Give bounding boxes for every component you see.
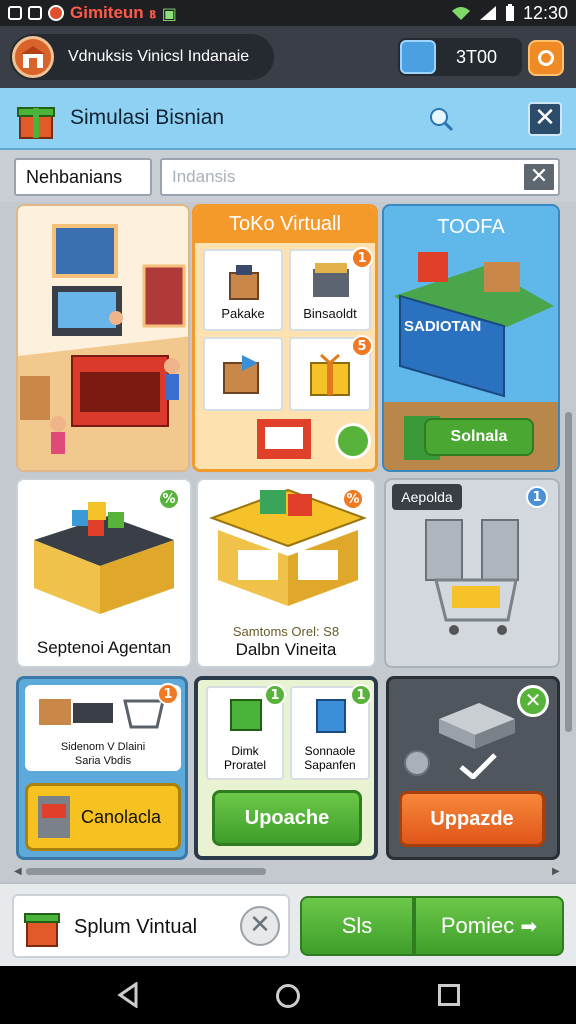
market-cart-card[interactable]: Aepolda 1	[384, 478, 560, 668]
toko-virtual-title: ToKo Virtuall	[229, 213, 341, 235]
currency-value: 3T00	[456, 46, 498, 67]
shop-interior-illustration	[18, 206, 188, 470]
tile-badge: 1	[264, 684, 286, 706]
sls-button[interactable]: Sls	[300, 896, 414, 956]
status-bar: Gimiteun ⲃ ▣ 12:30	[0, 0, 576, 26]
vertical-scrollbar[interactable]	[565, 412, 572, 732]
tile-badge: 1	[351, 247, 373, 269]
shop-interior-card[interactable]	[16, 204, 190, 472]
counter-badge: %	[158, 488, 180, 510]
trolley-badge: 1	[157, 683, 179, 705]
trolley-card[interactable]: Sidenom V Dlaini Saria Vbdis 1 Canolacla	[16, 676, 188, 860]
remove-item-button[interactable]: ✕	[240, 906, 280, 946]
cabinet-icon	[38, 796, 70, 838]
trolley-line1: Sidenom V Dlaini	[60, 741, 146, 753]
app-icon	[48, 5, 64, 21]
image-icon	[28, 6, 42, 20]
notification-icon	[8, 6, 22, 20]
tile-box-bow[interactable]	[203, 337, 283, 411]
title-panel: Simulasi Bisnian ✕	[0, 88, 576, 150]
status-extra-icon: ▣	[161, 3, 177, 23]
counter-label: Septenoi Agentan	[36, 638, 172, 657]
search-icon[interactable]	[428, 106, 454, 132]
confirm-check-icon[interactable]: ✕	[517, 685, 549, 717]
currency-box: 3T00	[398, 38, 522, 76]
tile-label: Pakake	[221, 306, 265, 321]
tile-label: Binsaoldt	[303, 306, 357, 321]
trolley-line2: Saria Vbdis	[74, 755, 132, 767]
upgrade-button-green[interactable]: Upoache	[212, 790, 362, 846]
selected-item-card[interactable]: Splum Vintual ✕	[12, 894, 290, 958]
upgrade-green-card[interactable]: Dimk Proratel 1 Sonnaole Sapanfen 1 Upoa…	[194, 676, 378, 860]
cancel-button[interactable]: Canolacla	[25, 783, 181, 851]
gift-box-icon	[24, 913, 60, 947]
upgrade-orange-card[interactable]: ✕ Uppazde	[386, 676, 560, 860]
gem-bag-icon	[400, 40, 436, 74]
battery-icon	[505, 4, 514, 21]
box-ribbon-icon	[223, 355, 259, 394]
gift-box-icon	[17, 107, 55, 139]
status-glyph: ⲃ	[149, 3, 156, 22]
next-button-label: Pomiec	[440, 913, 515, 938]
stall-sub: Samtoms Orel: S8	[232, 624, 340, 639]
tile-gift[interactable]: 5	[289, 335, 373, 411]
bottom-action-bar: Splum Vintual ✕ Sls Pomiec ➡	[0, 882, 576, 966]
top-header: Vdnuksis Vinicsl Indanaie 3T00	[0, 26, 576, 88]
home-icon[interactable]	[276, 984, 300, 1008]
add-icon	[538, 50, 554, 66]
add-currency-button[interactable]	[528, 40, 564, 76]
tile-pakake[interactable]: Pakake	[203, 249, 283, 331]
kiosk-icon	[257, 419, 311, 459]
toofa-sign: SADIOTAN	[404, 318, 482, 335]
close-panel-button[interactable]: ✕	[528, 102, 562, 136]
wifi-icon	[451, 7, 470, 20]
status-time: 12:30	[522, 2, 568, 23]
scroll-right-arrow[interactable]: ▶	[552, 866, 560, 877]
back-icon[interactable]	[116, 982, 140, 1008]
item-grid: ToKo Virtuall Pakake Binsaoldt 1 5 TOOFA	[0, 202, 576, 882]
stall-card[interactable]: % Samtoms Orel: S8 Dalbn Vineita	[196, 478, 376, 668]
tile-dimk[interactable]: Dimk Proratel 1	[206, 684, 286, 780]
selected-item-label: Splum Vintual	[74, 916, 198, 938]
scroll-left-arrow[interactable]: ◀	[14, 866, 22, 877]
tile-label: Sonnaole Sapanfen	[304, 744, 356, 772]
clear-search-button[interactable]: ✕	[522, 162, 556, 192]
signal-icon	[479, 6, 496, 20]
tile-badge: 5	[351, 335, 373, 357]
next-button[interactable]: Pomiec ➡	[414, 896, 564, 956]
toofa-action-button[interactable]: Solnala	[424, 418, 534, 456]
horizontal-scrollbar[interactable]	[26, 868, 266, 875]
refresh-icon[interactable]	[335, 423, 371, 459]
android-nav-bar	[0, 966, 576, 1024]
upgrade-button-orange[interactable]: Uppazde	[399, 791, 545, 847]
market-badge: 1	[526, 486, 548, 508]
market-tag: Aepolda	[392, 484, 462, 510]
cancel-button-label: Canolacla	[80, 807, 162, 827]
toofa-card[interactable]: TOOFA SADIOTAN Solnala	[382, 204, 560, 472]
status-app-title: Gimiteun	[70, 3, 144, 22]
arrow-right-icon: ➡	[520, 916, 538, 938]
tile-badge: 1	[350, 684, 372, 706]
toko-virtual-card[interactable]: ToKo Virtuall Pakake Binsaoldt 1 5	[192, 204, 378, 472]
store-avatar-icon	[12, 36, 54, 78]
tile-sonnaole[interactable]: Sonnaole Sapanfen 1	[290, 684, 372, 780]
package-icon	[229, 265, 259, 300]
stall-badge: %	[342, 488, 364, 510]
shopping-cart-icon	[425, 519, 519, 635]
profile-name: Vdnuksis Vinicsl Indanaie	[68, 48, 250, 65]
profile-pill[interactable]: Vdnuksis Vinicsl Indanaie	[10, 34, 274, 80]
search-input[interactable]	[160, 158, 560, 196]
filter-row: Nehbanians ✕	[0, 150, 576, 202]
stall-label: Dalbn Vineita	[235, 640, 337, 659]
page-title: Simulasi Bisnian	[70, 106, 225, 129]
recents-icon[interactable]	[438, 984, 460, 1006]
category-filter[interactable]: Nehbanians	[14, 158, 152, 196]
tile-binsaoldt[interactable]: Binsaoldt 1	[289, 247, 373, 331]
tile-label: Dimk Proratel	[223, 744, 267, 772]
counter-card[interactable]: % Septenoi Agentan	[16, 478, 192, 668]
